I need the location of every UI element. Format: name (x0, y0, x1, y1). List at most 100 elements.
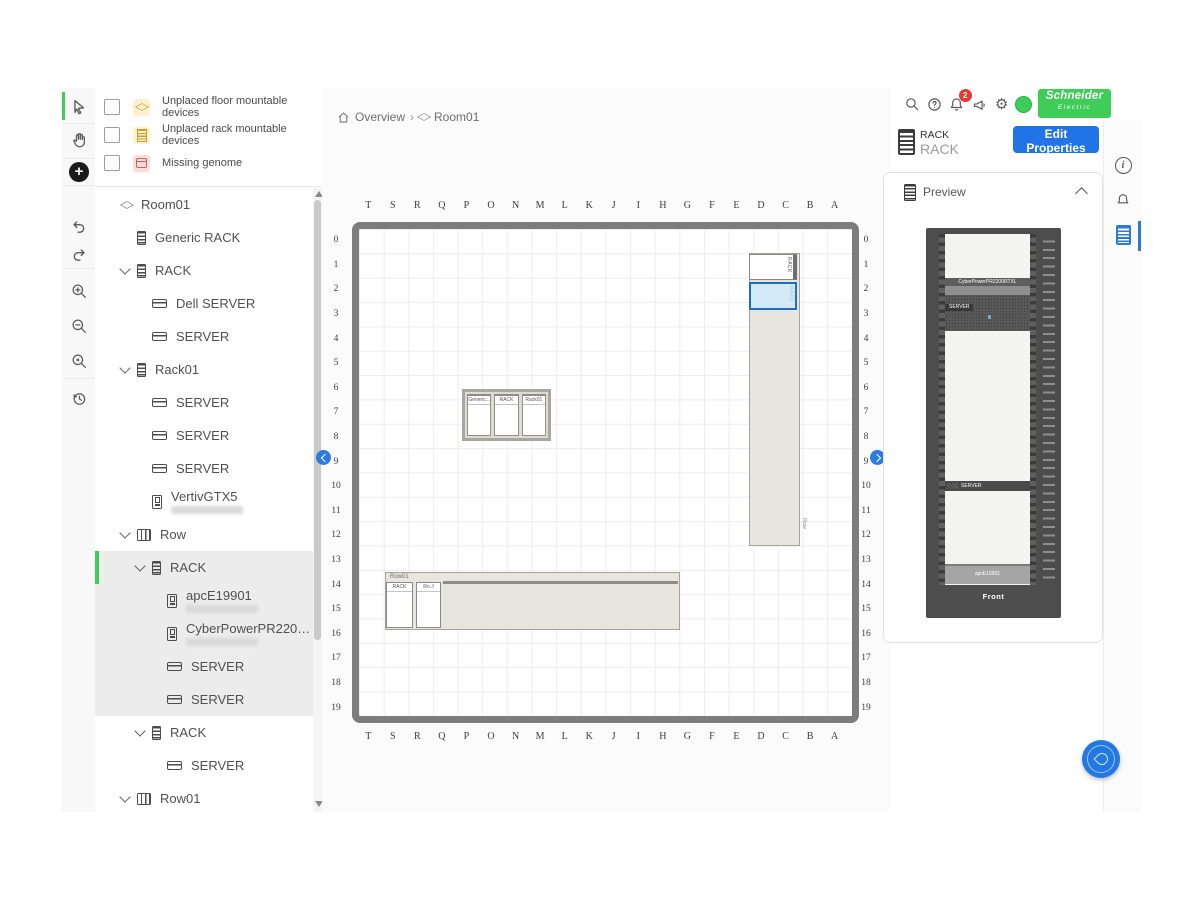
tree-item[interactable]: Row01 (95, 782, 313, 812)
rack-object[interactable]: Rack01 (522, 394, 546, 436)
breadcrumb-overview-link[interactable]: Overview (355, 110, 405, 124)
legend-row[interactable]: Unplaced rack mountable devices (95, 121, 322, 149)
rack-object-selected[interactable]: RACK (749, 282, 797, 310)
column-labels-top: TSRQPONMLKJIHGFEDCBA (356, 200, 847, 213)
chevron-down-icon[interactable] (134, 725, 145, 736)
legend-row[interactable]: Unplaced floor mountable devices (95, 93, 322, 121)
settings-button[interactable]: ⚙ (992, 94, 1012, 114)
cursor-icon (70, 98, 88, 116)
checkbox[interactable] (104, 127, 120, 143)
chevron-down-icon[interactable] (119, 362, 130, 373)
info-icon: i (1115, 157, 1132, 174)
chevron-down-icon[interactable] (119, 263, 130, 274)
grid-label: 17 (858, 646, 874, 671)
tree-item-icon (152, 431, 167, 440)
tree-item[interactable]: Generic RACK (95, 221, 313, 254)
grid-label: 3 (328, 302, 344, 327)
rack-group-object[interactable]: Generic... RACK Rack01 (462, 389, 551, 441)
scrollbar-thumb[interactable] (314, 200, 321, 640)
tree-item[interactable]: SERVER (95, 650, 313, 683)
notifications-button[interactable]: 2 (947, 94, 967, 114)
breadcrumb: Overview › Room01 (337, 110, 479, 124)
tree-item[interactable]: CyberPowerPR2200R... (95, 617, 313, 650)
tree-item[interactable]: SERVER (95, 320, 313, 353)
pan-tool-button[interactable] (69, 130, 89, 150)
breadcrumb-separator: › (410, 110, 414, 124)
chevron-down-icon[interactable] (119, 527, 130, 538)
tree-item[interactable]: apcE19901 (95, 584, 313, 617)
info-button[interactable]: i (1113, 155, 1133, 175)
tree-item[interactable]: SERVER (95, 452, 313, 485)
masked-address-text (186, 605, 258, 613)
topbar-icons: 2 ⚙ (902, 92, 1034, 116)
zoom-fit-button[interactable] (69, 351, 89, 371)
tree-item[interactable]: SERVER (95, 749, 313, 782)
rack-object[interactable]: RACK (494, 394, 518, 436)
tree-item[interactable]: SERVER (95, 683, 313, 716)
chevron-down-icon[interactable] (134, 560, 145, 571)
tree-item[interactable]: Row (95, 518, 313, 551)
preview-device-server: SERVER (945, 295, 1030, 331)
rack-view-button[interactable] (1113, 225, 1133, 245)
feedback-button[interactable] (969, 94, 989, 114)
rack-object-label: RACK (495, 396, 517, 405)
edit-properties-button[interactable]: Edit Properties (1013, 126, 1099, 153)
chevron-down-icon[interactable] (119, 791, 130, 802)
rack-object[interactable]: RACK (749, 254, 797, 280)
chevron-up-icon[interactable] (1075, 187, 1088, 200)
preview-device-ups: apcE19901 (945, 564, 1030, 584)
checkbox[interactable] (104, 155, 120, 171)
grid-label: G (675, 200, 700, 213)
grid-label: N (503, 731, 528, 744)
zoom-in-button[interactable] (69, 281, 89, 301)
grid-label: C (773, 200, 798, 213)
legend-label: Missing genome (162, 157, 242, 169)
tree-item-icon (137, 529, 151, 541)
breadcrumb-current-room[interactable]: Room01 (434, 110, 479, 124)
tree-item-label: SERVER (176, 329, 229, 344)
legend-row[interactable]: Missing genome (95, 149, 322, 177)
rack-object[interactable]: Generic... (467, 394, 491, 436)
undo-icon (70, 217, 88, 235)
grid-label: I (626, 200, 651, 213)
help-button[interactable] (924, 94, 944, 114)
rack-object[interactable]: RACK (386, 582, 413, 628)
grid-label: O (479, 200, 504, 213)
tree-item-label: SERVER (176, 395, 229, 410)
redo-button[interactable] (69, 244, 89, 264)
zoom-in-icon (70, 282, 88, 300)
tree-item[interactable]: RACK (95, 551, 313, 584)
redo-icon (70, 245, 88, 263)
alarms-button[interactable] (1113, 190, 1133, 210)
tree-item[interactable]: RACK (95, 716, 313, 749)
assistant-button[interactable] (1082, 740, 1120, 778)
grid-label: 15 (858, 597, 874, 622)
tree-item[interactable]: RACK (95, 254, 313, 287)
tree-item[interactable]: SERVER (95, 419, 313, 452)
grid-label: 11 (328, 499, 344, 524)
add-device-button[interactable]: + (69, 162, 89, 182)
undo-button[interactable] (69, 216, 89, 236)
grid-label: 8 (328, 425, 344, 450)
tree-item[interactable]: SERVER (95, 386, 313, 419)
tree-item[interactable]: Rack01 (95, 353, 313, 386)
tree-item[interactable]: Room01 (95, 188, 313, 221)
zoom-out-button[interactable] (69, 316, 89, 336)
tree-item-icon (152, 726, 161, 740)
user-menu-button[interactable] (1014, 94, 1034, 114)
room-icon (417, 113, 431, 121)
rack-object[interactable]: Ro..f (416, 582, 441, 628)
device-tree: Room01 Generic RACK (95, 188, 313, 812)
grid-label: P (454, 731, 479, 744)
row-label: Row01 (390, 574, 409, 580)
tree-item[interactable]: VertivGTX5 (95, 485, 313, 518)
select-tool-button[interactable] (69, 97, 89, 117)
grid-label: G (675, 731, 700, 744)
checkbox[interactable] (104, 99, 120, 115)
history-button[interactable] (69, 389, 89, 409)
preview-title: Preview (923, 185, 966, 199)
tree-item-icon (137, 793, 151, 805)
collapse-left-panel-button[interactable] (316, 450, 331, 465)
tree-item[interactable]: Dell SERVER (95, 287, 313, 320)
search-button[interactable] (902, 94, 922, 114)
